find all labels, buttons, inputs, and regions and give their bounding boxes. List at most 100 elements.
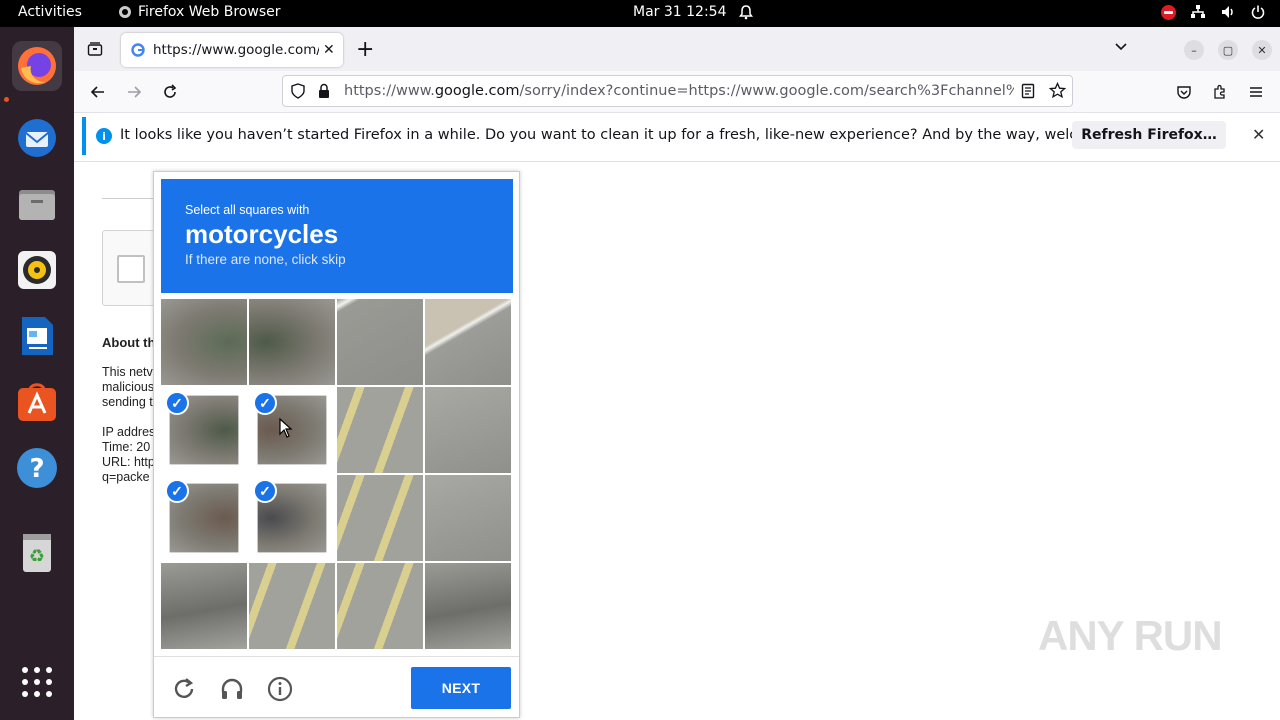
refresh-firefox-button[interactable]: Refresh Firefox…: [1072, 121, 1226, 149]
do-not-disturb-icon: [1161, 4, 1176, 20]
mouse-cursor-icon: [279, 418, 293, 438]
help-icon: ?: [17, 448, 57, 488]
captcha-challenge: Select all squares with motorcycles If t…: [153, 171, 520, 718]
reload-icon[interactable]: [159, 81, 181, 103]
url-host: google.com: [434, 83, 520, 99]
tab-google-sorry[interactable]: https://www.google.com/sorry/index?conti…: [121, 33, 343, 67]
clock[interactable]: Mar 31 12:54: [633, 4, 726, 20]
menu-icon[interactable]: [1245, 81, 1267, 103]
grid-icon: [22, 667, 52, 697]
extensions-icon[interactable]: [1209, 81, 1231, 103]
firefox-view-icon[interactable]: [84, 38, 106, 60]
shield-icon[interactable]: [290, 83, 306, 103]
info-circle-icon[interactable]: [266, 675, 294, 703]
captcha-tile[interactable]: [337, 387, 423, 473]
minimize-icon[interactable]: –: [1184, 40, 1204, 60]
captcha-tile[interactable]: [337, 563, 423, 649]
firefox-icon: [18, 47, 56, 85]
power-icon: [1251, 5, 1265, 19]
system-tray[interactable]: [1161, 4, 1266, 20]
captcha-tile-image: [425, 299, 511, 385]
dock-show-apps[interactable]: [12, 657, 62, 707]
captcha-tile[interactable]: [161, 299, 247, 385]
svg-text:♻: ♻: [29, 546, 45, 567]
captcha-footer: NEXT: [154, 656, 519, 718]
captcha-tile[interactable]: [337, 299, 423, 385]
tile-selected-check-icon: ✓: [165, 391, 189, 415]
forward-icon[interactable]: [123, 81, 145, 103]
captcha-tile[interactable]: [425, 299, 511, 385]
bell-icon: [738, 4, 754, 24]
network-icon: [1191, 5, 1205, 18]
activities-button[interactable]: Activities: [18, 4, 82, 20]
rhythmbox-icon: [18, 251, 56, 289]
captcha-tile-image: [337, 299, 423, 385]
dock-thunderbird[interactable]: [12, 113, 62, 163]
dock-app-center[interactable]: [12, 377, 62, 427]
reload-challenge-icon[interactable]: [170, 675, 198, 703]
back-icon[interactable]: [87, 81, 109, 103]
about-heading: About th: [102, 335, 156, 350]
volume-icon: [1222, 6, 1233, 18]
captcha-tile[interactable]: ✓: [161, 387, 247, 473]
captcha-tile-image: [337, 387, 423, 473]
tab-close-icon[interactable]: ✕: [323, 42, 335, 58]
captcha-tile[interactable]: [161, 563, 247, 649]
new-tab-icon[interactable]: +: [356, 37, 374, 62]
app-menu[interactable]: Firefox Web Browser: [118, 4, 281, 20]
next-button[interactable]: NEXT: [411, 667, 511, 709]
dock-help[interactable]: ?: [12, 443, 62, 493]
captcha-tile[interactable]: [249, 299, 335, 385]
page-line-2: malicious: [102, 380, 155, 394]
captcha-tile-image: [337, 563, 423, 649]
captcha-tile[interactable]: ✓: [249, 475, 335, 561]
dock-rhythmbox[interactable]: [12, 245, 62, 295]
captcha-tile[interactable]: [249, 563, 335, 649]
svg-text:?: ?: [29, 454, 44, 484]
captcha-tile[interactable]: [425, 475, 511, 561]
notification-bar: i It looks like you haven’t started Fire…: [82, 117, 1272, 155]
info-icon: i: [96, 128, 112, 144]
maximize-icon[interactable]: ▢: [1218, 40, 1238, 60]
page-line-1: This netv: [102, 365, 153, 379]
captcha-tile-image: [161, 563, 247, 649]
close-window-icon[interactable]: ✕: [1252, 40, 1272, 60]
captcha-header: Select all squares with motorcycles If t…: [161, 179, 513, 293]
pocket-icon[interactable]: [1173, 81, 1195, 103]
ip-address-line: IP addres: [102, 425, 156, 439]
url-rest: /sorry/index?continue=https://www.google…: [519, 83, 1014, 99]
reader-view-icon[interactable]: [1021, 83, 1035, 103]
captcha-tile-image: [337, 475, 423, 561]
captcha-tile-image: [161, 299, 247, 385]
firefox-small-icon: [119, 6, 131, 18]
captcha-tile[interactable]: [425, 563, 511, 649]
active-indicator: [4, 97, 9, 102]
audio-challenge-icon[interactable]: [218, 675, 246, 703]
dock-trash[interactable]: ♻: [12, 527, 62, 577]
list-all-tabs-icon[interactable]: [1114, 39, 1128, 58]
bookmark-star-icon[interactable]: [1048, 81, 1067, 103]
recaptcha-checkbox[interactable]: [117, 255, 145, 283]
dock-firefox[interactable]: [12, 41, 62, 91]
query-line: q=packe: [102, 470, 150, 484]
captcha-image-grid: ✓ ✓ ✓ ✓: [161, 299, 513, 651]
tab-bar: https://www.google.com/sorry/index?conti…: [74, 27, 1280, 71]
captcha-tile-image: [249, 563, 335, 649]
captcha-hint: If there are none, click skip: [185, 252, 346, 267]
captcha-tile-image: [425, 475, 511, 561]
captcha-tile[interactable]: [337, 475, 423, 561]
notification-close-icon[interactable]: ✕: [1252, 125, 1265, 144]
lock-icon[interactable]: [317, 83, 331, 103]
dock-writer[interactable]: [12, 311, 62, 361]
thunderbird-icon: [18, 119, 56, 157]
page-line-3: sending t: [102, 395, 153, 409]
tile-selected-check-icon: ✓: [165, 479, 189, 503]
notification-text: It looks like you haven’t started Firefo…: [120, 127, 1155, 143]
captcha-tile[interactable]: ✓: [161, 475, 247, 561]
url-bar[interactable]: https://www.google.com/sorry/index?conti…: [282, 75, 1073, 107]
url-line: URL: http: [102, 455, 155, 469]
dock-files[interactable]: [12, 179, 62, 229]
captcha-tile[interactable]: [425, 387, 511, 473]
navigation-toolbar: https://www.google.com/sorry/index?conti…: [74, 71, 1280, 113]
anyrun-watermark: ANY RUN: [1038, 612, 1223, 659]
